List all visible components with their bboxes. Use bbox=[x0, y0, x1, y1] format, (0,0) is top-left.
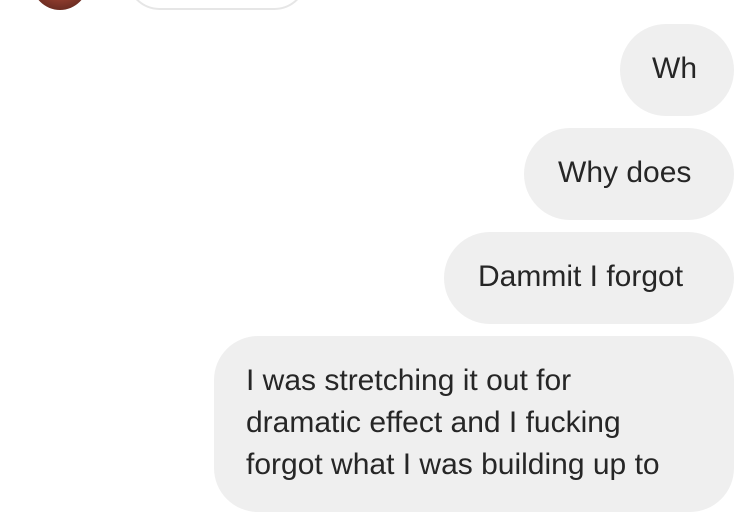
contact-avatar[interactable] bbox=[32, 0, 88, 10]
outgoing-message-bubble[interactable]: Wh bbox=[620, 24, 734, 116]
message-text: Why does bbox=[558, 156, 692, 189]
message-text: Wh bbox=[652, 52, 697, 85]
message-text-line: forgot what I was building up to bbox=[246, 448, 660, 481]
incoming-message-bubble[interactable] bbox=[126, 0, 308, 10]
message-text: Dammit I forgot bbox=[478, 260, 684, 293]
outgoing-message-bubble[interactable]: I was stretching it out for dramatic eff… bbox=[214, 336, 734, 512]
chat-thread: Wh Why does Dammit I forgot I was stretc… bbox=[0, 0, 750, 526]
message-text-line: dramatic effect and I fucking bbox=[246, 406, 621, 439]
message-text-line: I was stretching it out for bbox=[246, 364, 572, 397]
outgoing-message-bubble[interactable]: Dammit I forgot bbox=[444, 232, 734, 324]
outgoing-message-bubble[interactable]: Why does bbox=[524, 128, 734, 220]
